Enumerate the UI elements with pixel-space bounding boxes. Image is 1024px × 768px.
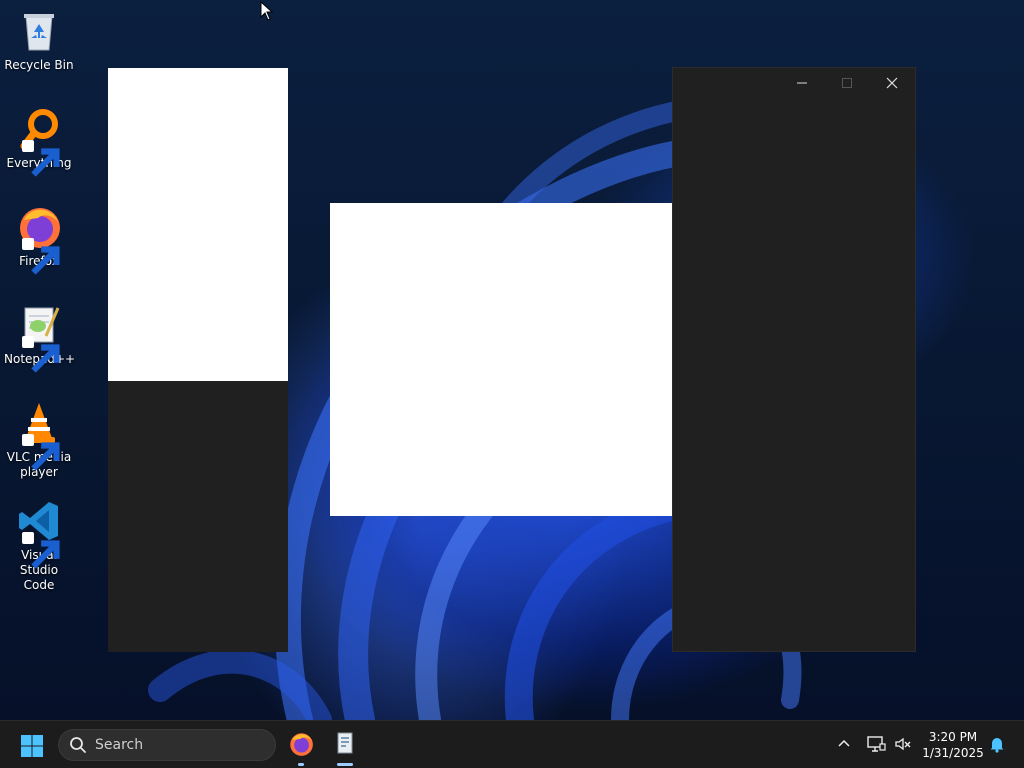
chevron-up-icon	[838, 739, 850, 747]
desktop-icon-label: Recycle Bin	[4, 58, 74, 72]
right-window[interactable]	[672, 67, 916, 652]
running-indicator	[298, 763, 304, 766]
volume-button[interactable]	[894, 735, 912, 753]
firefox-icon	[290, 733, 313, 756]
app-window-icon	[337, 732, 353, 754]
bell-icon	[990, 738, 1004, 753]
taskbar: Search 3:20 PM 1/31/2025	[0, 720, 1024, 768]
minimize-icon	[797, 82, 807, 84]
notifications-button[interactable]	[988, 735, 1006, 753]
mouse-cursor-icon	[260, 1, 274, 21]
network-button[interactable]	[866, 735, 886, 753]
shortcut-arrow-icon	[22, 140, 60, 177]
desktop-icon-everything[interactable]: Everything	[4, 106, 74, 177]
desktop-icon-firefox[interactable]: Firefox	[4, 204, 74, 275]
taskbar-firefox-button[interactable]	[288, 731, 314, 757]
maximize-button[interactable]	[824, 68, 870, 98]
active-indicator	[337, 763, 353, 766]
clock-time: 3:20 PM	[928, 730, 978, 744]
desktop-icon-notepad-plus-plus[interactable]: Notepad++	[4, 302, 75, 373]
desktop-icon-vlc[interactable]: VLC media player	[4, 400, 74, 480]
close-button[interactable]	[869, 68, 915, 98]
shortcut-arrow-icon	[22, 434, 60, 471]
start-button[interactable]	[20, 734, 44, 758]
desktop-icon-recycle-bin[interactable]: Recycle Bin	[4, 8, 74, 73]
clock[interactable]: 3:20 PM 1/31/2025	[918, 729, 988, 761]
desktop-icon-vscode[interactable]: Visual Studio Code	[4, 498, 74, 593]
clock-date: 1/31/2025	[922, 746, 984, 760]
vscode-icon	[16, 498, 62, 569]
everything-search-icon	[16, 106, 62, 177]
taskbar-search-box[interactable]: Search	[58, 729, 276, 761]
shortcut-arrow-icon	[22, 532, 60, 569]
show-hidden-icons-button[interactable]	[836, 735, 852, 751]
notepad-plus-plus-icon	[16, 302, 62, 373]
center-window[interactable]	[330, 203, 672, 516]
taskbar-app-button[interactable]	[334, 731, 356, 757]
windows-start-icon	[21, 735, 43, 757]
maximize-icon	[842, 78, 852, 88]
volume-muted-icon	[895, 737, 911, 751]
close-icon	[886, 77, 898, 89]
vlc-icon	[16, 400, 62, 471]
left-window-content	[108, 68, 288, 381]
search-placeholder: Search	[95, 737, 144, 753]
shortcut-arrow-icon	[22, 238, 60, 275]
recycle-bin-icon	[16, 8, 62, 54]
left-window[interactable]	[108, 68, 288, 652]
search-icon	[70, 737, 86, 753]
shortcut-arrow-icon	[22, 336, 60, 373]
firefox-icon	[16, 204, 62, 275]
network-icon	[867, 736, 886, 752]
minimize-button[interactable]	[779, 68, 825, 98]
